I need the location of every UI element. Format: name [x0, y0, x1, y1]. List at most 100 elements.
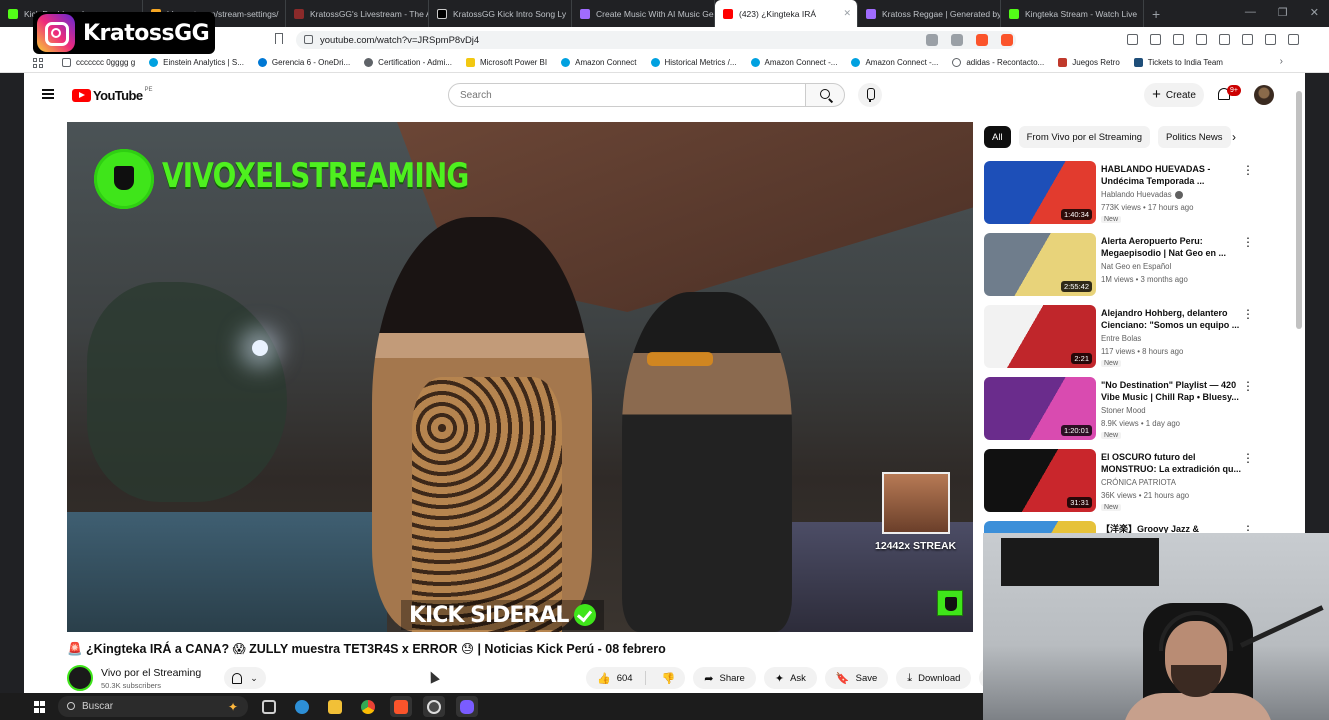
tab-kratossgg-livestream[interactable]: KratossGG's Livestream - The A: [286, 0, 429, 27]
window-controls: — ❐ ✕: [1245, 6, 1319, 19]
subscription-bell-button[interactable]: ⌄: [224, 667, 266, 689]
video-thumbnail[interactable]: 2:21: [984, 305, 1096, 368]
video-thumbnail[interactable]: 2:55:42: [984, 233, 1096, 296]
more-vert-icon[interactable]: ⋮: [1242, 235, 1254, 249]
bookmarks-icon[interactable]: [1219, 34, 1230, 45]
video-player[interactable]: VIVOXELSTREAMING 12442x STREAK KICK SIDE…: [67, 122, 973, 632]
url-bar[interactable]: youtube.com/watch?v=JRSpmP8vDj4: [296, 31, 1016, 49]
tab-kratoss-reggae[interactable]: Kratoss Reggae | Generated by: [858, 0, 1001, 27]
tab-kingteka-stream[interactable]: Kingteka Stream - Watch Live: [1001, 0, 1144, 27]
streak-text: 12442x STREAK: [875, 540, 957, 552]
brave-shields-icon[interactable]: [976, 34, 988, 46]
install-icon[interactable]: [926, 34, 938, 46]
discord-icon[interactable]: [456, 696, 478, 717]
more-bookmarks-icon[interactable]: ›: [1280, 56, 1283, 67]
minimize-button[interactable]: —: [1245, 6, 1256, 19]
channel-name[interactable]: CRÓNICA PATRIOTA: [1101, 478, 1176, 487]
thumbs-up-icon[interactable]: 👍: [597, 672, 611, 685]
video-title[interactable]: El OSCURO futuro del MONSTRUO: La extrad…: [1101, 451, 1241, 475]
recommendation-item[interactable]: 2:55:42 Alerta Aeropuerto Peru: Megaepis…: [984, 233, 1254, 305]
chevron-right-icon[interactable]: ›: [1232, 130, 1236, 144]
media-icon[interactable]: [1173, 34, 1184, 45]
more-vert-icon[interactable]: ⋮: [1242, 163, 1254, 177]
taskbar-search[interactable]: Buscar ✦: [58, 696, 248, 717]
brave-rewards-icon[interactable]: [1001, 34, 1013, 46]
tab-intro-song[interactable]: KratossGG Kick Intro Song Ly: [429, 0, 572, 27]
channel-name[interactable]: Stoner Mood: [1101, 406, 1146, 415]
maximize-button[interactable]: ❐: [1278, 6, 1288, 19]
site-info-icon[interactable]: [304, 35, 313, 44]
close-window-button[interactable]: ✕: [1310, 6, 1319, 19]
video-thumbnail[interactable]: 1:40:34: [984, 161, 1096, 224]
youtube-logo[interactable]: YouTube PE: [72, 87, 153, 103]
thumbs-down-icon[interactable]: 👎: [652, 672, 686, 685]
bookmark-item[interactable]: Microsoft Power BI: [465, 58, 547, 67]
recommendation-item[interactable]: 1:40:34 HABLANDO HUEVADAS - Undécima Tem…: [984, 161, 1254, 233]
more-vert-icon[interactable]: ⋮: [1242, 379, 1254, 393]
bookmark-item[interactable]: Certification - Admi...: [364, 58, 452, 67]
tab-youtube-active[interactable]: (423) ¿Kingteka IRÁ ✕: [715, 0, 858, 27]
ask-button[interactable]: ✦ Ask: [763, 667, 817, 689]
like-count[interactable]: 604: [617, 673, 633, 684]
page-scrollbar[interactable]: [1296, 91, 1302, 329]
bookmark-item[interactable]: Einstein Analytics | S...: [149, 58, 244, 67]
tab-create-music[interactable]: Create Music With AI Music Ge: [572, 0, 715, 27]
save-button[interactable]: 🔖 Save: [824, 667, 889, 689]
chrome-icon[interactable]: [357, 696, 379, 717]
extension-icon[interactable]: [1127, 34, 1138, 45]
create-button[interactable]: + Create: [1144, 83, 1204, 107]
close-tab-icon[interactable]: ✕: [843, 8, 851, 19]
video-title[interactable]: "No Destination" Playlist — 420 Vibe Mus…: [1101, 379, 1241, 403]
channel-name[interactable]: Entre Bolas: [1101, 334, 1141, 343]
search-input[interactable]: Search: [448, 83, 806, 107]
chip-from-channel[interactable]: From Vivo por el Streaming: [1018, 126, 1151, 148]
video-title[interactable]: Alejandro Hohberg, delantero Cienciano: …: [1101, 307, 1241, 331]
bookmark-item[interactable]: Historical Metrics /...: [650, 58, 737, 67]
menu-icon[interactable]: [1288, 34, 1299, 45]
vpn-icon[interactable]: [1265, 34, 1276, 45]
video-title[interactable]: HABLANDO HUEVADAS - Undécima Temporada .…: [1101, 163, 1241, 187]
bookmark-item[interactable]: Gerencia 6 - OneDri...: [257, 58, 350, 67]
obs-icon[interactable]: [423, 696, 445, 717]
edge-icon[interactable]: [291, 696, 313, 717]
channel-name[interactable]: Nat Geo en Español: [1101, 262, 1171, 271]
bookmark-icon[interactable]: [275, 33, 283, 44]
bookmark-item[interactable]: Amazon Connect -...: [750, 58, 837, 67]
recommendation-item[interactable]: 1:20:01 "No Destination" Playlist — 420 …: [984, 377, 1254, 449]
hamburger-menu-icon[interactable]: [42, 89, 54, 99]
apps-grid-icon[interactable]: [33, 58, 43, 68]
bookmark-item[interactable]: Tickets to India Team: [1133, 58, 1223, 67]
channel-name[interactable]: Hablando Huevadas: [1101, 190, 1183, 199]
bookmark-item[interactable]: Amazon Connect -...: [851, 58, 938, 67]
file-explorer-icon[interactable]: [324, 696, 346, 717]
address-actions: [926, 34, 1013, 46]
more-vert-icon[interactable]: ⋮: [1242, 451, 1254, 465]
more-vert-icon[interactable]: ⋮: [1242, 307, 1254, 321]
voice-search-button[interactable]: [858, 83, 882, 107]
brave-icon[interactable]: [390, 696, 412, 717]
recommendation-item[interactable]: 31:31 El OSCURO futuro del MONSTRUO: La …: [984, 449, 1254, 521]
bookmark-item[interactable]: Juegos Retro: [1058, 58, 1120, 67]
video-thumbnail[interactable]: 31:31: [984, 449, 1096, 512]
search-button[interactable]: [805, 83, 845, 107]
recommendation-item[interactable]: 2:21 Alejandro Hohberg, delantero Cienci…: [984, 305, 1254, 377]
share-button[interactable]: ➦ Share: [693, 667, 756, 689]
channel-name[interactable]: Vivo por el Streaming: [101, 667, 201, 679]
video-title[interactable]: Alerta Aeropuerto Peru: Megaepisodio | N…: [1101, 235, 1241, 259]
wallet-icon[interactable]: [1242, 34, 1253, 45]
video-thumbnail[interactable]: 1:20:01: [984, 377, 1096, 440]
task-view-icon[interactable]: [258, 696, 280, 717]
bookmark-item[interactable]: Amazon Connect: [561, 58, 637, 67]
chip-all[interactable]: All: [984, 126, 1011, 148]
extension-icon[interactable]: [1150, 34, 1161, 45]
channel-avatar[interactable]: [67, 665, 93, 691]
download-button[interactable]: ⤓ Download: [896, 667, 972, 689]
bookmark-item[interactable]: adidas - Recontacto...: [952, 58, 1044, 67]
sidebar-icon[interactable]: [1196, 34, 1207, 45]
windows-start-icon[interactable]: [34, 701, 46, 713]
bookmark-item[interactable]: ccccccc 0gggg g: [62, 58, 135, 67]
share-icon[interactable]: [951, 34, 963, 46]
new-tab-button[interactable]: +: [1152, 6, 1160, 22]
chip-politics-news[interactable]: Politics News: [1158, 126, 1231, 148]
account-avatar[interactable]: [1254, 85, 1274, 105]
